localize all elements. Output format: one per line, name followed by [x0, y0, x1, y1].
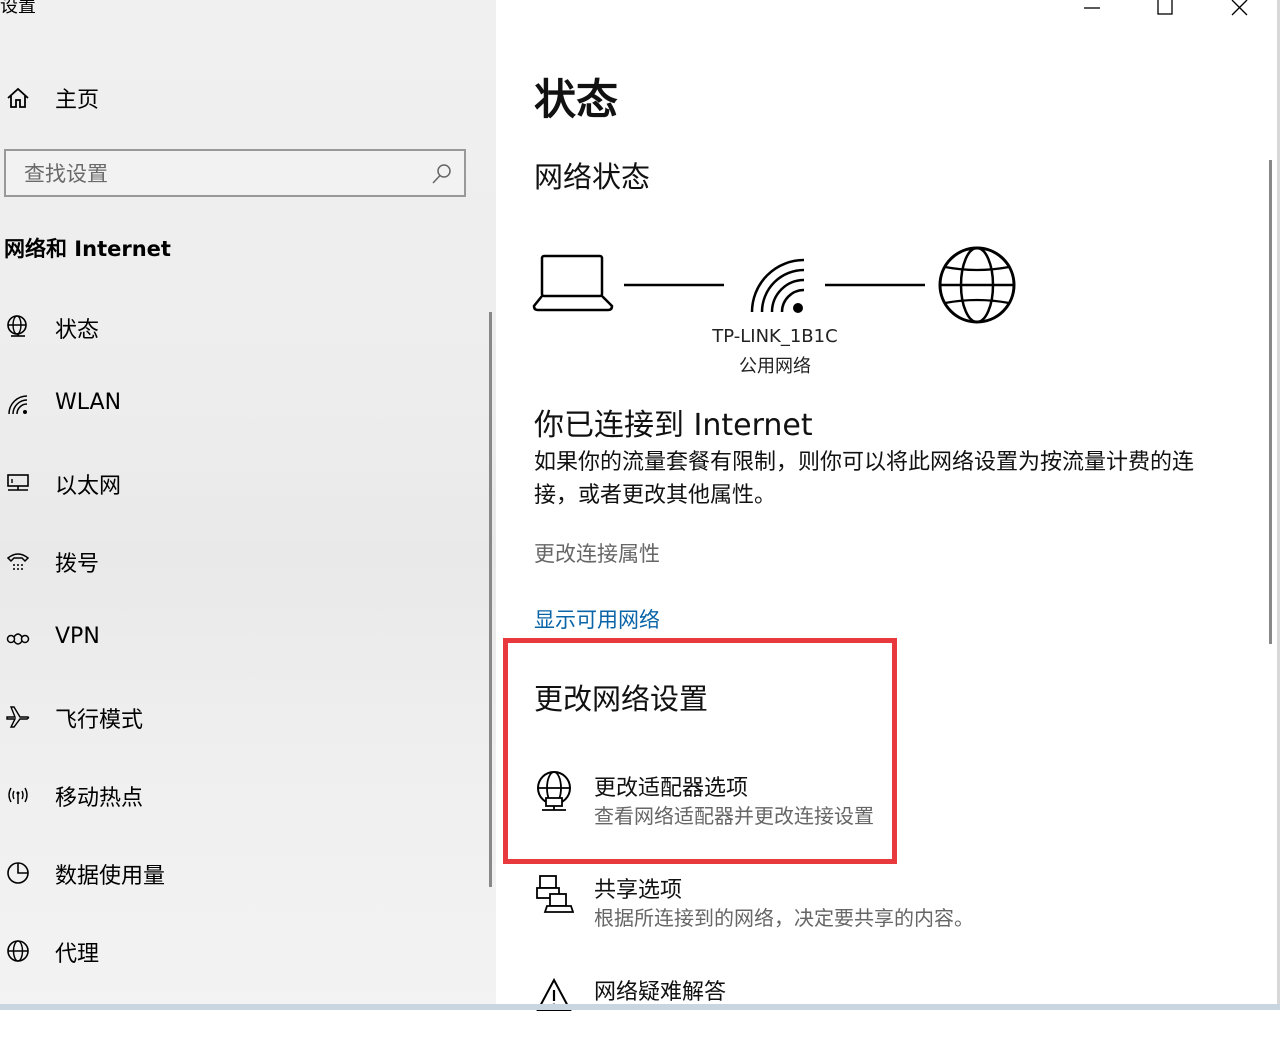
sharing-icon	[534, 872, 575, 913]
main-scrollbar[interactable]	[1269, 160, 1272, 644]
minimize-icon	[1084, 7, 1100, 9]
sidebar-scrollbar[interactable]	[489, 312, 492, 887]
sidebar-item-label: 移动热点	[55, 786, 144, 811]
highlight-annotation-box	[503, 638, 897, 864]
search-input[interactable]	[6, 151, 446, 197]
sidebar-item-ethernet[interactable]: 以太网	[0, 458, 480, 508]
laptop-icon	[532, 254, 614, 312]
sharing-options[interactable]: 共享选项 根据所连接到的网络，决定要共享的内容。	[534, 872, 1234, 942]
wifi-icon	[4, 391, 32, 419]
wifi-signal-icon	[750, 258, 805, 313]
sidebar-item-airplane[interactable]: 飞行模式	[0, 692, 480, 742]
internet-globe-icon	[938, 246, 1016, 324]
change-connection-properties-link[interactable]: 更改连接属性	[534, 538, 660, 568]
sidebar-item-hotspot[interactable]: 移动热点	[0, 770, 480, 820]
option-title: 网络疑难解答	[594, 980, 727, 1005]
sidebar-home[interactable]: 主页	[0, 78, 480, 118]
connected-description: 如果你的流量套餐有限制，则你可以将此网络设置为按流量计费的连接，或者更改其他属性…	[534, 450, 1195, 508]
sidebar-item-proxy[interactable]: 代理	[0, 926, 480, 976]
sidebar-home-label: 主页	[55, 88, 100, 113]
vpn-icon	[4, 625, 32, 653]
ethernet-icon	[4, 469, 32, 497]
network-ssid: TP-LINK_1B1C	[712, 326, 838, 347]
maximize-button[interactable]	[1146, 0, 1186, 20]
sidebar-item-status[interactable]: 状态	[0, 302, 480, 352]
home-icon	[4, 84, 32, 112]
close-icon	[1231, 0, 1248, 16]
sidebar-item-data-usage[interactable]: 数据使用量	[0, 848, 480, 898]
sidebar-item-dialup[interactable]: 拨号	[0, 536, 480, 586]
page-title: 状态	[534, 75, 619, 124]
sidebar-item-label: VPN	[55, 624, 100, 649]
airplane-icon	[4, 703, 32, 731]
search-icon[interactable]	[430, 162, 454, 186]
connected-heading: 你已连接到 Internet	[534, 408, 813, 443]
dialup-icon	[4, 547, 32, 575]
network-status-heading: 网络状态	[534, 160, 651, 194]
app-title: 设置	[0, 0, 36, 17]
network-type: 公用网络	[739, 356, 811, 377]
sidebar-item-label: 代理	[55, 942, 100, 967]
sidebar-item-label: 拨号	[55, 552, 100, 577]
option-title: 共享选项	[594, 878, 683, 903]
sidebar-item-label: 以太网	[55, 474, 122, 499]
sidebar-item-wlan[interactable]: WLAN	[0, 380, 480, 430]
taskbar-edge	[0, 1004, 1280, 1010]
option-description: 根据所连接到的网络，决定要共享的内容。	[594, 906, 974, 930]
sidebar-item-label: 数据使用量	[55, 864, 166, 889]
sidebar: 设置 主页 网络和 Internet 状态 WLAN 以太网	[0, 0, 496, 1010]
data-usage-icon	[4, 859, 32, 887]
sidebar-item-label: WLAN	[55, 390, 122, 415]
sidebar-item-label: 状态	[55, 318, 100, 343]
minimize-button[interactable]	[1072, 0, 1112, 20]
globe-icon	[4, 937, 32, 965]
globe-status-icon	[4, 313, 32, 341]
close-button[interactable]	[1220, 0, 1260, 20]
sidebar-item-vpn[interactable]: VPN	[0, 614, 480, 664]
maximize-icon	[1157, 0, 1173, 15]
search-box[interactable]	[4, 149, 466, 197]
hotspot-icon	[4, 781, 32, 809]
section-heading: 网络和 Internet	[4, 237, 171, 261]
show-available-networks-link[interactable]: 显示可用网络	[534, 604, 660, 634]
sidebar-item-label: 飞行模式	[55, 708, 144, 733]
